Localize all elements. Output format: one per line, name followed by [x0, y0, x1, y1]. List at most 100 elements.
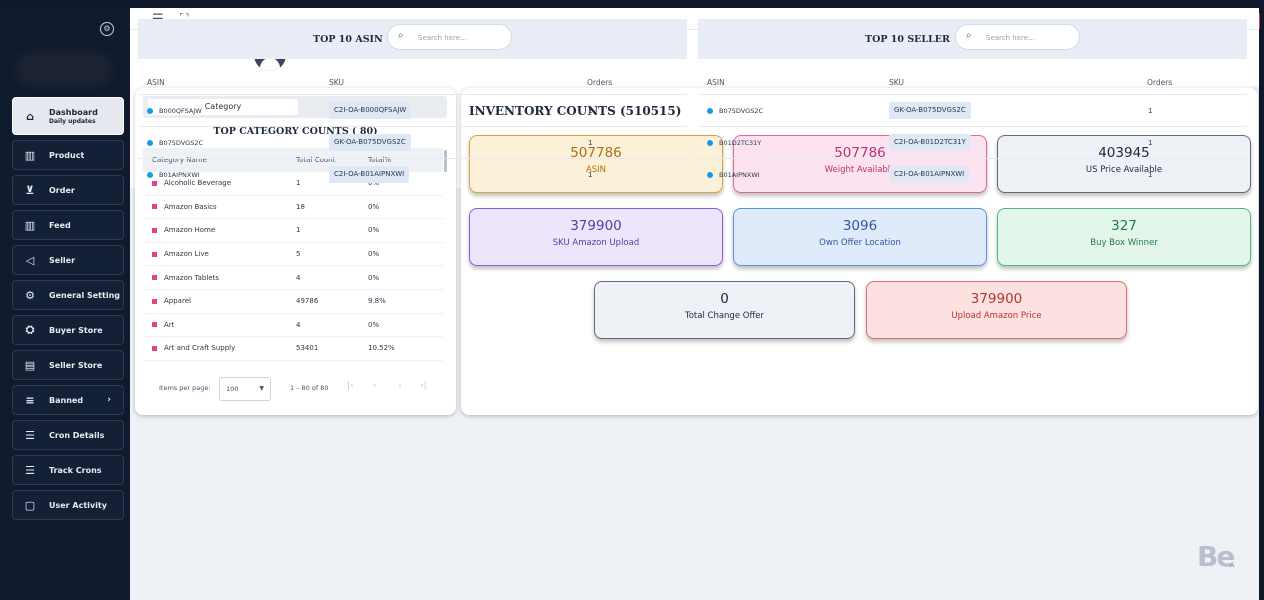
sidebar-item-cron-details[interactable]: ☰ Cron Details: [12, 420, 124, 450]
table-row[interactable]: B01AIPNXWI C2I-OA-B01AIPNXWI 1: [138, 158, 687, 190]
sidebar-item-label: Cron Details: [49, 430, 105, 440]
card-label: Own Offer Location: [819, 238, 901, 248]
category-percent: 9.8%: [368, 297, 386, 306]
next-page-icon[interactable]: ›: [398, 381, 402, 391]
seller-table-title: TOP 10 SELLER: [865, 34, 950, 45]
sidebar-item-banned[interactable]: ≡ Banned ›: [12, 385, 124, 415]
card-value: 379900: [570, 218, 622, 234]
orders-value: 1: [588, 139, 593, 147]
sku-badge: C2I-OA-B01AIPNXWI: [889, 166, 970, 183]
column-header[interactable]: ASIN: [707, 78, 725, 87]
status-dot-icon: [707, 108, 713, 114]
category-marker-icon: [152, 345, 157, 351]
sidebar-item-label: Feed: [49, 220, 71, 230]
sidebar-item-label: Buyer Store: [49, 325, 103, 335]
first-page-icon[interactable]: |‹: [347, 381, 354, 391]
column-header[interactable]: Orders: [587, 78, 612, 87]
sidebar-item-seller[interactable]: ◁ Seller: [12, 245, 124, 275]
category-name: Amazon Basics: [164, 202, 217, 211]
sku-badge: C2I-OA-B000QFSAJW: [329, 102, 412, 119]
sidebar-item-dashboard[interactable]: ⌂ Dashboard Daily updates: [12, 97, 124, 135]
card-label: Buy Box Winner: [1090, 238, 1158, 248]
cart-icon: ⊻: [25, 183, 35, 197]
sidebar-item-label: Seller Store: [49, 360, 103, 370]
logo: [16, 52, 112, 86]
status-dot-icon: [707, 172, 713, 178]
gear-icon: ⚙: [25, 288, 35, 302]
table-row[interactable]: B075DVGS2C GK-OA-B075DVGS2C 1: [698, 94, 1247, 126]
megaphone-icon: ◁: [25, 253, 35, 267]
list-icon: ≡: [25, 393, 35, 407]
sidebar-nav: ⌂ Dashboard Daily updates ▥ Product ⊻ Or…: [12, 97, 124, 525]
sidebar-item-user-activity[interactable]: ▢ User Activity: [12, 490, 124, 520]
sku-badge: GK-OA-B075DVGS2C: [329, 134, 411, 151]
category-count: 53401: [296, 344, 319, 353]
table-row[interactable]: Amazon Home 1 0%: [143, 219, 443, 243]
table-row[interactable]: Amazon Basics 18 0%: [143, 196, 443, 220]
sidebar-item-buyer-store[interactable]: ⛭ Buyer Store: [12, 315, 124, 345]
asin-search-input[interactable]: [418, 31, 503, 44]
inventory-card[interactable]: 0 Total Change Offer: [594, 281, 855, 339]
table-row[interactable]: B075DVGS2C GK-OA-B075DVGS2C 1: [138, 126, 687, 158]
store-icon: ⛭: [25, 323, 35, 336]
table-row[interactable]: Amazon Tablets 4 0%: [143, 266, 443, 290]
clipboard-icon: ▢: [24, 498, 36, 512]
last-page-icon[interactable]: ›|: [420, 381, 427, 391]
table-row[interactable]: B01D2TC31Y C2I-OA-B01D2TC31Y 1: [698, 126, 1247, 158]
sku-badge: C2I-OA-B01D2TC31Y: [889, 134, 971, 151]
inventory-card[interactable]: 379900 Upload Amazon Price: [866, 281, 1127, 339]
category-name: Apparel: [164, 297, 191, 306]
sidebar-item-feed[interactable]: ▥ Feed: [12, 210, 124, 240]
prev-page-icon[interactable]: ‹: [373, 381, 377, 391]
table-row[interactable]: Art 4 0%: [143, 314, 443, 338]
inventory-card[interactable]: 3096 Own Offer Location: [733, 208, 987, 266]
category-marker-icon: [152, 204, 157, 210]
asin-table-header: TOP 10 ASIN ⌕: [138, 19, 687, 59]
sidebar-item-label: Product: [49, 150, 85, 160]
card-label: Total Change Offer: [684, 311, 765, 321]
seller-table-header: TOP 10 SELLER ⌕: [698, 19, 1247, 59]
sidebar-item-product[interactable]: ▥ Product: [12, 140, 124, 170]
card-value: 379900: [970, 291, 1023, 307]
category-percent: 0%: [368, 273, 380, 282]
sidebar-item-order[interactable]: ⊻ Order: [12, 175, 124, 205]
table-row[interactable]: B01AIPNXWI C2I-OA-B01AIPNXWI 1: [698, 158, 1247, 190]
page-size-value: 100: [226, 385, 239, 393]
category-name: Amazon Home: [164, 226, 216, 235]
asin-value: B075DVGS2C: [719, 107, 764, 115]
sidebar-item-label: General Setting: [49, 290, 120, 300]
behance-watermark: Be ⌃: [1197, 540, 1237, 576]
search-icon: ⌕: [966, 30, 972, 41]
page-size-select[interactable]: 100 ▼: [219, 377, 271, 401]
inventory-card[interactable]: 327 Buy Box Winner: [997, 208, 1251, 266]
column-header[interactable]: Orders: [1147, 78, 1172, 87]
seller-search-input[interactable]: [986, 31, 1071, 44]
inventory-card[interactable]: 379900 SKU Amazon Upload: [469, 208, 723, 266]
list-icon: ☰: [25, 463, 35, 477]
table-row[interactable]: Apparel 49786 9.8%: [143, 290, 443, 314]
sidebar-item-track-crons[interactable]: ☰ Track Crons: [12, 455, 124, 485]
column-header[interactable]: SKU: [889, 78, 904, 87]
sidebar-item-general-setting[interactable]: ⚙ General Setting: [12, 280, 124, 310]
orders-value: 1: [1148, 171, 1153, 179]
orders-value: 1: [1148, 107, 1153, 115]
category-percent: 0%: [368, 202, 380, 211]
asin-value: B000QFSAJW: [159, 107, 202, 115]
category-count: 4: [296, 273, 301, 282]
table-row[interactable]: Amazon Live 5 0%: [143, 243, 443, 267]
table-row[interactable]: Art and Craft Supply 53401 10.52%: [143, 337, 443, 361]
category-percent: 0%: [368, 226, 380, 235]
column-header[interactable]: SKU: [329, 78, 344, 87]
card-label: Upload Amazon Price: [951, 311, 1042, 321]
list-icon: ☰: [25, 428, 35, 442]
sidebar-item-label: Banned: [49, 395, 84, 405]
user-settings-icon[interactable]: ⚙: [100, 22, 114, 36]
chevron-down-icon: ▼: [259, 385, 264, 392]
sidebar-item-seller-store[interactable]: ▤ Seller Store: [12, 350, 124, 380]
book-icon: ▥: [24, 148, 36, 162]
sidebar-item-label: User Activity: [49, 500, 107, 510]
column-header[interactable]: ASIN: [147, 78, 165, 87]
asin-search: ⌕: [387, 24, 512, 50]
status-dot-icon: [707, 140, 713, 146]
table-row[interactable]: B000QFSAJW C2I-OA-B000QFSAJW 1: [138, 94, 687, 126]
